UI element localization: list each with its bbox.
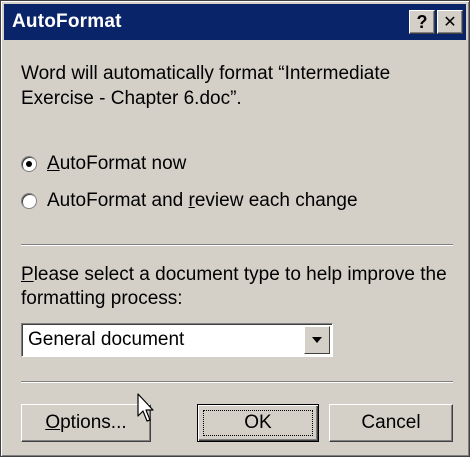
radio-label: AutoFormat and review each change	[47, 190, 358, 212]
radio-autoformat-review[interactable]: AutoFormat and review each change	[21, 188, 358, 214]
radio-autoformat-now[interactable]: AutoFormat now	[21, 151, 186, 177]
separator	[21, 244, 453, 246]
doc-type-prompt-rest: lease select a document type to help imp…	[21, 264, 447, 309]
close-icon: ✕	[443, 14, 457, 31]
options-label-rest: ptions...	[60, 412, 127, 433]
help-icon: ?	[416, 11, 428, 32]
dropdown-button[interactable]	[304, 326, 330, 354]
dialog-message: Word will automatically format “Intermed…	[21, 63, 391, 109]
radio-label-pre: AutoFormat and	[47, 190, 189, 211]
options-button[interactable]: Options...	[21, 404, 151, 442]
dialog-title: AutoFormat	[12, 11, 122, 32]
options-button-label: Options...	[45, 412, 126, 434]
autoformat-dialog: AutoFormat ? ✕ Word will automatically f…	[0, 0, 470, 457]
doc-type-prompt: Please select a document type to help im…	[21, 263, 461, 311]
doc-type-selected: General document	[28, 329, 185, 350]
mnemonic-letter: P	[21, 264, 34, 285]
radio-label-rest: utoFormat now	[59, 153, 187, 174]
close-button[interactable]: ✕	[437, 10, 463, 34]
chevron-down-icon	[312, 337, 322, 343]
radio-label: AutoFormat now	[47, 153, 186, 175]
cancel-button-label: Cancel	[361, 412, 421, 433]
cancel-button[interactable]: Cancel	[329, 404, 453, 442]
title-bar[interactable]: AutoFormat ? ✕	[4, 4, 466, 40]
focus-rectangle	[203, 410, 313, 436]
help-button[interactable]: ?	[409, 10, 435, 34]
radio-button-unchecked[interactable]	[21, 193, 37, 209]
separator	[21, 381, 453, 383]
ok-button[interactable]: OK	[197, 404, 319, 442]
radio-label-rest: eview each change	[194, 190, 358, 211]
mouse-pointer-icon	[137, 393, 154, 422]
mnemonic-letter: O	[45, 412, 61, 433]
mnemonic-letter: A	[47, 153, 60, 174]
radio-button-checked[interactable]	[21, 156, 37, 172]
doc-type-dropdown[interactable]: General document	[21, 323, 333, 357]
